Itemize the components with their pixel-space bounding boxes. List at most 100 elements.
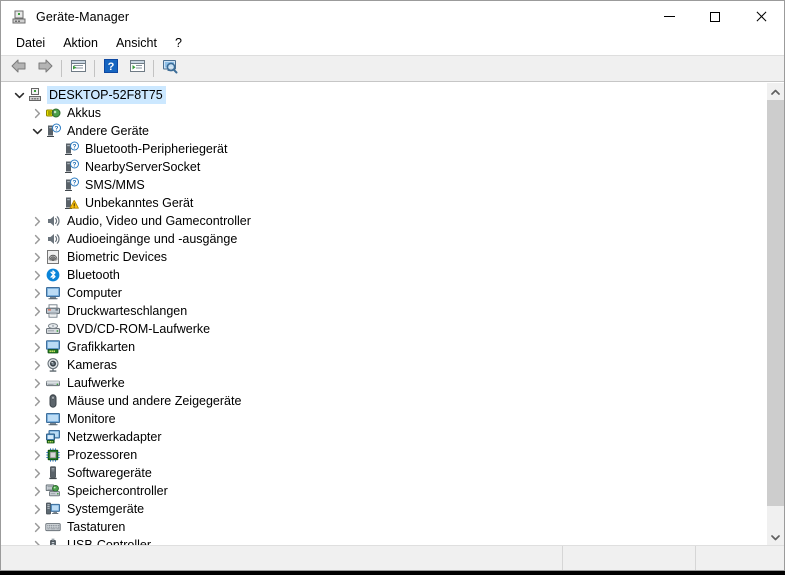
vertical-scrollbar[interactable] [766,83,784,545]
tree-item[interactable]: Speichercontroller [1,482,766,500]
close-button[interactable] [738,1,784,32]
tree-item-label: Biometric Devices [67,250,168,264]
status-pane-1 [1,546,563,570]
scroll-up-button[interactable] [767,83,784,100]
tree-item[interactable]: Prozessoren [1,446,766,464]
menu-datei[interactable]: Datei [7,33,54,54]
update-driver-button[interactable] [124,57,150,80]
properties-window-icon [70,58,87,79]
tree-item[interactable]: Tastaturen [1,518,766,536]
chevron-right-icon[interactable] [29,393,45,409]
chevron-right-icon[interactable] [29,537,45,545]
svg-text:?: ? [108,61,115,73]
tree-item[interactable]: Audioeingänge und -ausgänge [1,230,766,248]
chevron-right-icon[interactable] [29,483,45,499]
tree-item[interactable]: ? SMS/MMS [1,176,766,194]
chevron-right-icon[interactable] [29,375,45,391]
tree-item[interactable]: Audio, Video und Gamecontroller [1,212,766,230]
monitor-icon [45,411,61,427]
chevron-right-icon[interactable] [29,411,45,427]
chevron-right-icon[interactable] [29,465,45,481]
tree-item[interactable]: USB-Controller [1,536,766,545]
tree-item[interactable]: Biometric Devices [1,248,766,266]
tree-item[interactable]: Systemgeräte [1,500,766,518]
tree-item[interactable]: Druckwarteschlangen [1,302,766,320]
tree-item-label: USB-Controller [67,538,152,545]
back-button[interactable] [6,57,32,80]
speaker-icon [45,213,61,229]
tree-item[interactable]: DVD/CD-ROM-Laufwerke [1,320,766,338]
maximize-button[interactable] [692,1,738,32]
menu-aktion[interactable]: Aktion [54,33,107,54]
content-area: DESKTOP-52F8T75 Akkus ? Andere Geräte ? … [1,82,784,545]
minimize-button[interactable] [646,1,692,32]
tree-item[interactable]: Softwaregeräte [1,464,766,482]
help-button[interactable]: ? [98,57,124,80]
chevron-right-icon[interactable] [29,285,45,301]
chevron-right-icon[interactable] [29,501,45,517]
arrow-right-icon [36,58,54,79]
battery-icon [45,105,61,121]
menu-hilfe[interactable]: ? [166,33,191,54]
cpu-icon [45,447,61,463]
speaker-icon [45,231,61,247]
software-device-icon [45,465,61,481]
device-tree[interactable]: DESKTOP-52F8T75 Akkus ? Andere Geräte ? … [1,83,766,545]
chevron-right-icon[interactable] [29,249,45,265]
chevron-right-icon[interactable] [29,231,45,247]
window-play-icon [129,58,146,79]
properties-button[interactable] [65,57,91,80]
tree-item[interactable]: Computer [1,284,766,302]
tree-item[interactable]: Laufwerke [1,374,766,392]
chevron-right-icon[interactable] [29,303,45,319]
monitor-search-icon [161,58,179,79]
scrollbar-thumb[interactable] [767,100,784,506]
tree-item-label: Druckwarteschlangen [67,304,188,318]
tree-item[interactable]: Monitore [1,410,766,428]
chevron-right-icon[interactable] [29,321,45,337]
tree-item-label: Systemgeräte [67,502,145,516]
printer-icon [45,303,61,319]
scroll-down-button[interactable] [767,528,784,545]
tree-item[interactable]: Netzwerkadapter [1,428,766,446]
chevron-right-icon[interactable] [29,105,45,121]
tree-item[interactable]: Bluetooth [1,266,766,284]
chevron-right-icon[interactable] [29,429,45,445]
chevron-right-icon[interactable] [29,447,45,463]
chevron-right-icon[interactable] [29,519,45,535]
tree-item[interactable]: Grafikkarten [1,338,766,356]
tree-item[interactable]: DESKTOP-52F8T75 [1,86,766,104]
chevron-right-icon[interactable] [29,339,45,355]
tree-item[interactable]: ? NearbyServerSocket [1,158,766,176]
toolbar-separator-1 [61,60,62,77]
tree-item-label: Prozessoren [67,448,138,462]
forward-button[interactable] [32,57,58,80]
scan-hardware-button[interactable] [157,57,183,80]
tree-item[interactable]: ? Bluetooth-Peripheriegerät [1,140,766,158]
tree-item[interactable]: ? Andere Geräte [1,122,766,140]
tree-item[interactable]: Mäuse und andere Zeigegeräte [1,392,766,410]
menu-ansicht[interactable]: Ansicht [107,33,166,54]
tree-item-label: Monitore [67,412,116,426]
chevron-right-icon[interactable] [29,267,45,283]
chevron-right-icon[interactable] [29,213,45,229]
chevron-down-icon[interactable] [29,123,45,139]
tree-item[interactable]: Unbekanntes Gerät [1,194,766,212]
chevron-down-icon[interactable] [11,87,27,103]
unknown-device-icon: ? [63,177,79,193]
tree-item[interactable]: Kameras [1,356,766,374]
tree-item-label: Unbekanntes Gerät [85,196,194,210]
svg-text:?: ? [73,180,77,187]
chevron-right-icon[interactable] [29,357,45,373]
tree-item-label: DESKTOP-52F8T75 [47,86,166,104]
menu-bar: Datei Aktion Ansicht ? [1,32,784,56]
tree-item[interactable]: Akkus [1,104,766,122]
chevron-up-icon [771,83,780,101]
mouse-icon [45,393,61,409]
chevron-down-icon [771,528,780,546]
tree-item-label: SMS/MMS [85,178,145,192]
tree-item-label: Softwaregeräte [67,466,152,480]
